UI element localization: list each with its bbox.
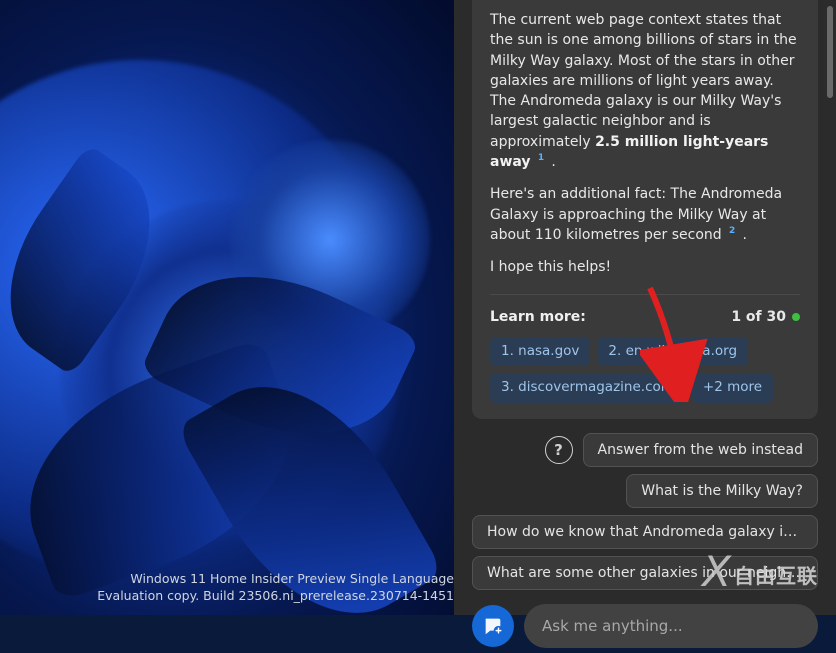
response-paragraph-1: The current web page context states that…	[490, 10, 800, 172]
copilot-panel: The current web page context states that…	[454, 0, 836, 615]
chat-plus-icon	[482, 615, 504, 637]
citation-2[interactable]: 2	[726, 226, 738, 238]
learn-more-label: Learn more:	[490, 307, 586, 327]
watermark-line-2: Evaluation copy. Build 23506.ni_prerelea…	[97, 588, 454, 605]
counter-text: 1 of 30	[731, 307, 786, 327]
source-pill-3[interactable]: 3. discovermagazine.com	[490, 373, 685, 403]
watermark-line-1: Windows 11 Home Insider Preview Single L…	[97, 571, 454, 588]
learn-more-row: Learn more: 1 of 30	[490, 294, 800, 327]
source-pill-2[interactable]: 2. en.wikipedia.org	[597, 337, 748, 367]
learn-more-counter: 1 of 30	[731, 307, 800, 327]
ask-input[interactable]: Ask me anything...	[524, 604, 818, 648]
source-pill-1[interactable]: 1. nasa.gov	[490, 337, 590, 367]
input-row: Ask me anything...	[472, 590, 818, 648]
assistant-response-card: The current web page context states that…	[472, 0, 818, 419]
status-dot-icon	[792, 313, 800, 321]
response-text: The current web page context states that…	[490, 12, 797, 150]
response-paragraph-3: I hope this helps!	[490, 257, 800, 277]
period: .	[547, 154, 556, 170]
citation-1[interactable]: 1	[535, 153, 547, 165]
suggestion-web-answer[interactable]: Answer from the web instead	[583, 433, 819, 467]
response-paragraph-2: Here's an additional fact: The Andromeda…	[490, 184, 800, 245]
suggestion-list: ? Answer from the web instead What is th…	[472, 433, 818, 590]
suggestion-andromeda-distance[interactable]: How do we know that Andromeda galaxy is …	[472, 515, 818, 549]
source-pill-group: 1. nasa.gov 2. en.wikipedia.org 3. disco…	[490, 337, 800, 403]
desktop-watermark: Windows 11 Home Insider Preview Single L…	[97, 571, 454, 605]
source-pill-more[interactable]: +2 more	[692, 373, 773, 403]
suggestion-milky-way[interactable]: What is the Milky Way?	[626, 474, 818, 508]
period: .	[738, 227, 747, 243]
suggestion-other-galaxies[interactable]: What are some other galaxies in our neig…	[472, 556, 818, 590]
ask-placeholder: Ask me anything...	[542, 617, 683, 635]
new-suggestions-icon[interactable]: ?	[545, 436, 573, 464]
new-topic-button[interactable]	[472, 605, 514, 647]
scrollbar-thumb[interactable]	[827, 6, 833, 98]
